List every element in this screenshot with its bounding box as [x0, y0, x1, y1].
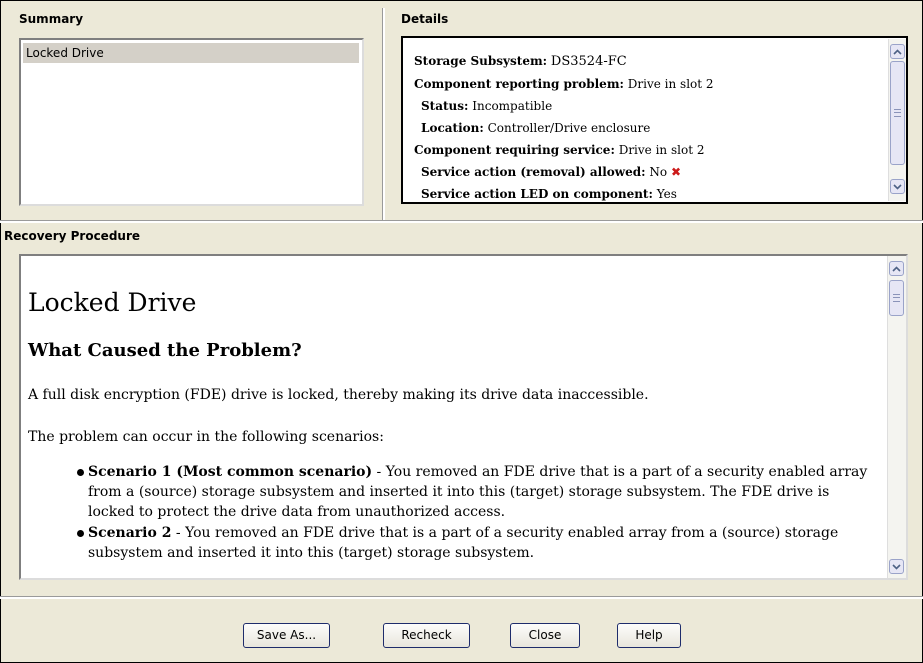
horizontal-divider [0, 596, 923, 599]
detail-row: Service action LED on component: Yes [414, 183, 874, 202]
summary-item-locked-drive[interactable]: Locked Drive [23, 43, 359, 63]
recovery-procedure-panel[interactable]: Locked Drive What Caused the Problem? A … [19, 254, 908, 580]
save-as-button[interactable]: Save As... [243, 623, 330, 648]
detail-label: Status: [421, 99, 469, 113]
detail-value: Controller/Drive enclosure [487, 121, 651, 135]
detail-row: Component reporting problem: Drive in sl… [414, 73, 874, 95]
scroll-up-arrow-icon[interactable] [890, 44, 905, 59]
scroll-up-arrow-icon[interactable] [889, 261, 904, 276]
summary-title: Summary [19, 12, 84, 26]
summary-list[interactable]: Locked Drive [19, 38, 364, 206]
scenario-label: Scenario 2 [88, 525, 172, 541]
scroll-thumb[interactable] [889, 280, 904, 316]
detail-label: Component requiring service: [414, 143, 615, 157]
detail-label: Location: [421, 121, 484, 135]
doc-paragraph: A full disk encryption (FDE) drive is lo… [28, 387, 649, 403]
detail-row: Status: Incompatible [414, 95, 874, 117]
recheck-button[interactable]: Recheck [383, 623, 470, 648]
detail-row: Location: Controller/Drive enclosure [414, 117, 874, 139]
scroll-down-arrow-icon[interactable] [890, 179, 905, 194]
detail-value: Drive in slot 2 [627, 77, 714, 91]
details-content: Storage Subsystem: DS3524-FC Component r… [414, 50, 874, 202]
detail-value: Yes [656, 187, 677, 201]
scroll-down-arrow-icon[interactable] [889, 559, 904, 574]
detail-label: Component reporting problem: [414, 77, 624, 91]
recovery-scrollbar[interactable] [887, 256, 906, 578]
scenario-item: Scenario 1 (Most common scenario) - You … [77, 462, 874, 522]
doc-heading: What Caused the Problem? [28, 340, 302, 361]
detail-value: No [649, 165, 668, 179]
doc-title: Locked Drive [28, 288, 197, 317]
recovery-title: Recovery Procedure [4, 229, 141, 243]
scenario-label: Scenario 1 (Most common scenario) [88, 464, 373, 480]
error-x-icon: ✖ [670, 165, 681, 179]
scroll-thumb[interactable] [890, 61, 905, 165]
close-button[interactable]: Close [510, 623, 580, 648]
detail-row: Storage Subsystem: DS3524-FC [414, 50, 874, 73]
detail-row: Component requiring service: Drive in sl… [414, 139, 874, 161]
scenario-list: Scenario 1 (Most common scenario) - You … [28, 462, 874, 563]
detail-label: Service action LED on component: [421, 187, 653, 201]
scenario-text: - You removed an FDE drive that is a par… [88, 525, 839, 561]
recovery-content: Locked Drive What Caused the Problem? A … [28, 256, 874, 564]
scenario-item: Scenario 2 - You removed an FDE drive th… [77, 523, 874, 563]
detail-value: Drive in slot 2 [618, 143, 705, 157]
details-scrollbar[interactable] [888, 39, 906, 201]
detail-value: Incompatible [472, 99, 553, 113]
vertical-divider [382, 8, 385, 220]
detail-value: DS3524-FC [550, 54, 627, 69]
horizontal-divider [0, 220, 923, 223]
details-title: Details [401, 12, 449, 26]
details-panel[interactable]: Storage Subsystem: DS3524-FC Component r… [401, 36, 908, 204]
detail-label: Service action (removal) allowed: [421, 165, 646, 179]
help-button[interactable]: Help [617, 623, 681, 648]
detail-row: Service action (removal) allowed: No ✖ [414, 161, 874, 183]
doc-paragraph: The problem can occur in the following s… [28, 429, 384, 445]
detail-label: Storage Subsystem: [414, 54, 548, 68]
